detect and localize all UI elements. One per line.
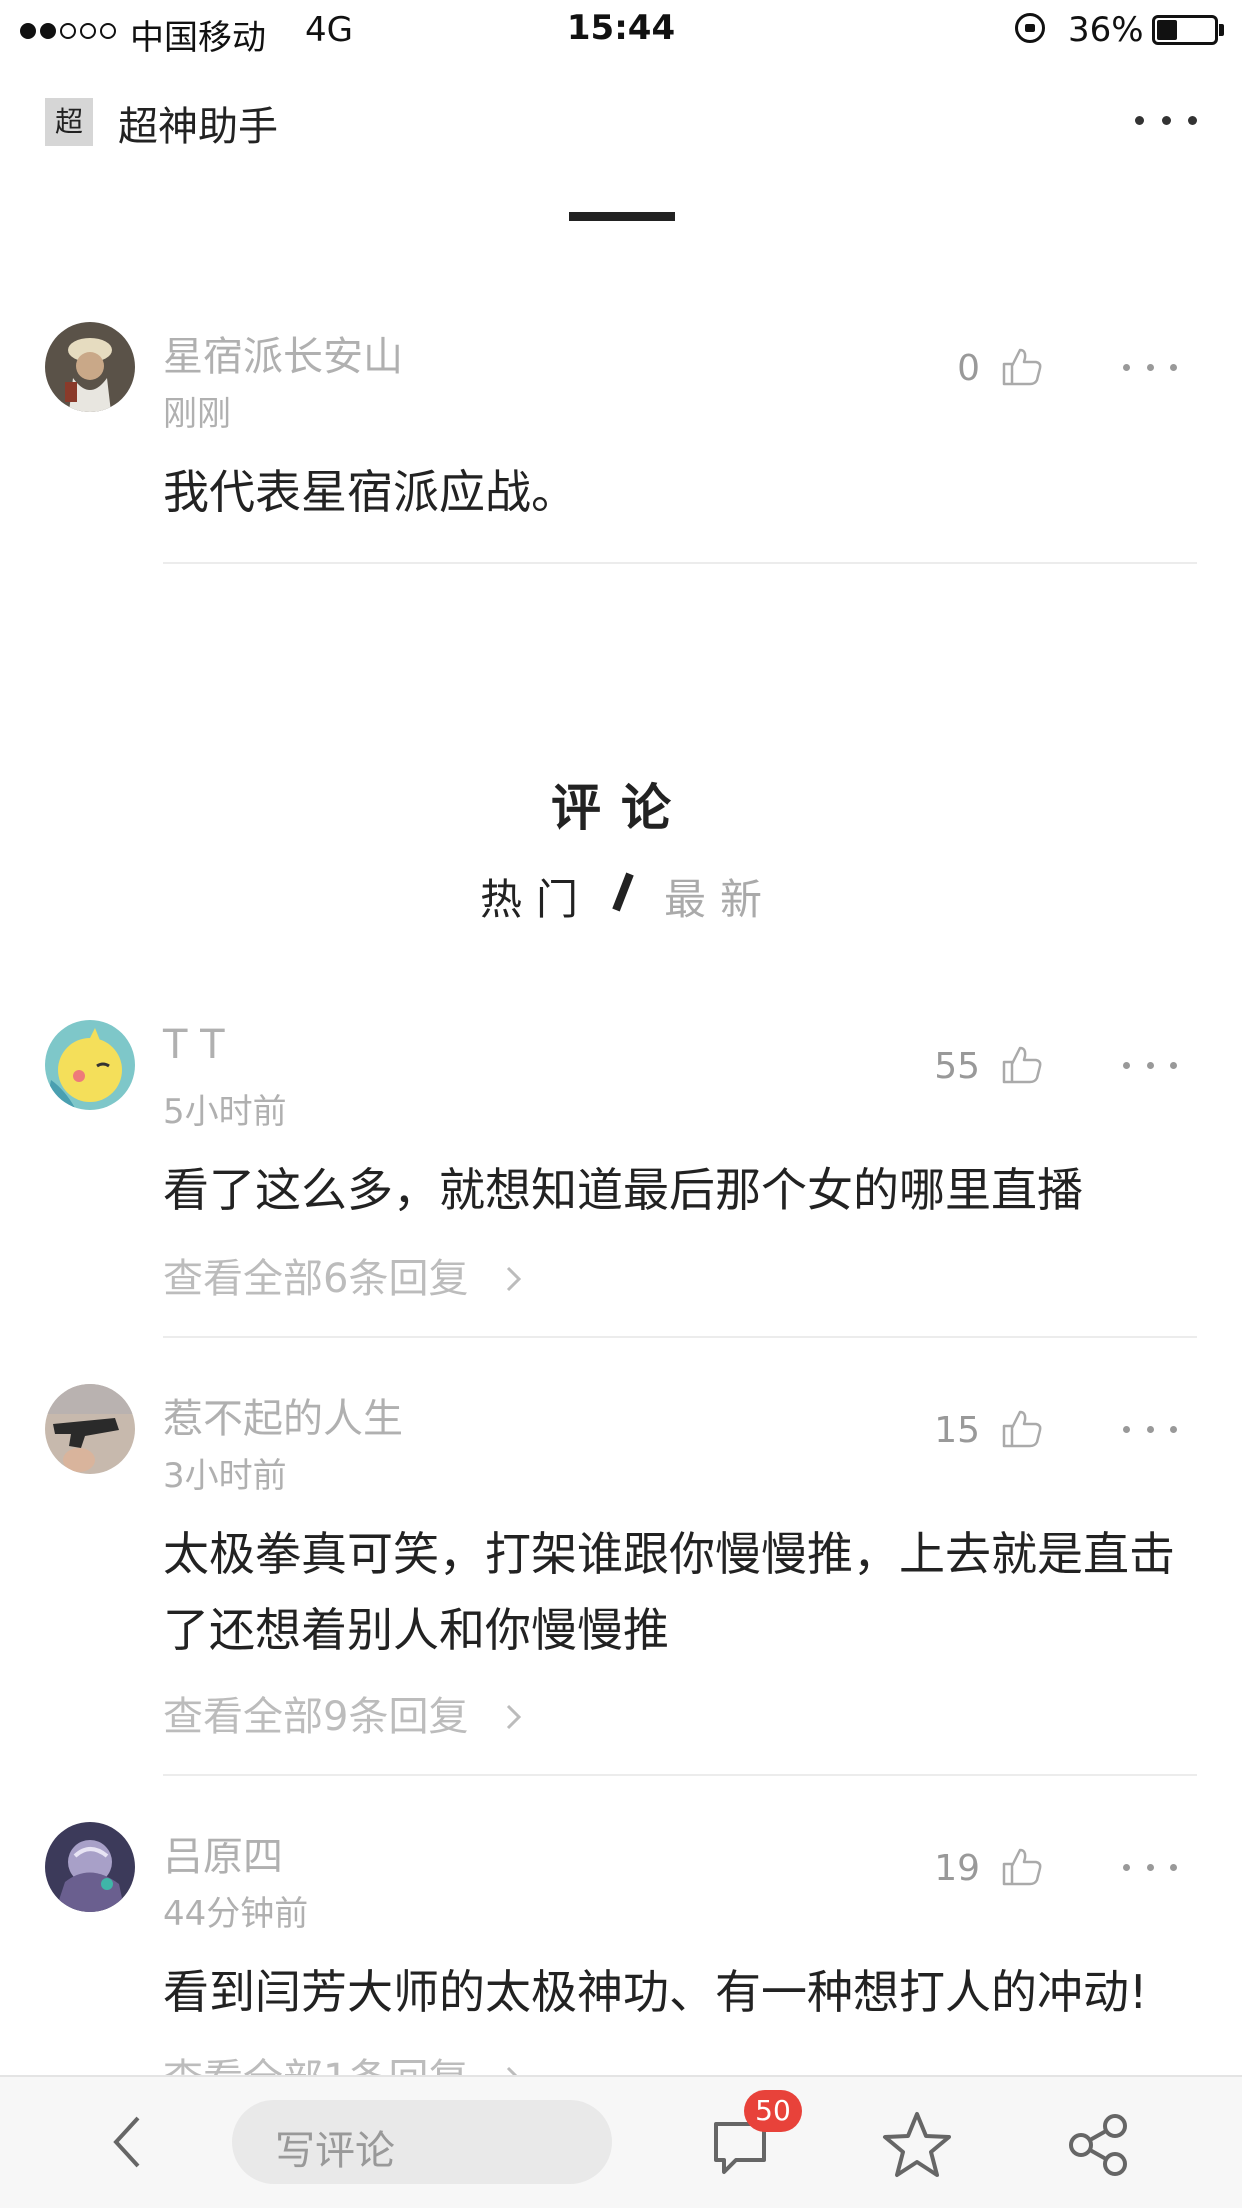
comment-time: 刚刚 xyxy=(163,394,231,434)
divider xyxy=(163,1336,1197,1338)
divider xyxy=(163,562,1197,564)
tab-separator xyxy=(612,872,634,912)
section-divider-bar xyxy=(569,212,675,221)
comment-text: 看了这么多，就想知道最后那个女的哪里直播 xyxy=(163,1163,1083,1217)
comment-username[interactable]: T T xyxy=(163,1022,225,1068)
comment-username[interactable]: 吕原四 xyxy=(163,1824,283,1882)
tab-latest[interactable]: 最新 xyxy=(664,866,776,927)
comment-more-icon[interactable] xyxy=(1123,1864,1177,1874)
app-icon: 超 xyxy=(45,98,93,146)
comment-text: 我代表星宿派应战。 xyxy=(163,465,577,519)
view-replies-label: 查看全部9条回复 xyxy=(163,1694,469,1740)
comment-text: 看到闫芳大师的太极神功、有一种想打人的冲动! xyxy=(163,1965,1148,2019)
like-count: 55 xyxy=(934,1046,980,1087)
view-replies-link[interactable]: 查看全部9条回复 xyxy=(163,1684,525,1742)
thumbs-up-icon[interactable] xyxy=(1000,1042,1044,1086)
battery-fill xyxy=(1157,20,1177,40)
avatar[interactable] xyxy=(45,1020,135,1110)
like-count: 0 xyxy=(957,348,980,389)
tab-hot[interactable]: 热门 xyxy=(480,866,592,927)
thumbs-up-icon[interactable] xyxy=(1000,1406,1044,1450)
write-comment-placeholder: 写评论 xyxy=(275,2128,395,2174)
battery-tip xyxy=(1219,24,1224,36)
status-time: 15:44 xyxy=(566,8,676,48)
like-count: 15 xyxy=(934,1410,980,1451)
view-replies-label: 查看全部6条回复 xyxy=(163,1256,469,1302)
view-replies-link[interactable]: 查看全部6条回复 xyxy=(163,1246,525,1304)
divider xyxy=(163,1774,1197,1776)
back-icon[interactable] xyxy=(108,2112,148,2172)
star-icon[interactable] xyxy=(880,2108,954,2182)
battery-icon xyxy=(1152,15,1218,45)
comments-title: 评论 xyxy=(551,779,691,837)
bottom-toolbar xyxy=(0,2075,1242,2208)
comment-more-icon[interactable] xyxy=(1123,1062,1177,1072)
more-menu-icon[interactable] xyxy=(1135,100,1197,140)
comment-text: 太极拳真可笑，打架谁跟你慢慢推，上去就是直击了还想着别人和你慢慢推 xyxy=(163,1527,1175,1657)
chevron-right-icon xyxy=(507,1704,522,1730)
comment-more-icon[interactable] xyxy=(1123,364,1177,374)
rotation-lock-icon xyxy=(1015,13,1045,43)
battery-percent: 36% xyxy=(1068,10,1144,50)
comment-time: 5小时前 xyxy=(163,1092,287,1132)
like-count: 19 xyxy=(934,1848,980,1889)
avatar[interactable] xyxy=(45,322,135,412)
comment-username[interactable]: 星宿派长安山 xyxy=(163,324,403,382)
comment-count-badge: 50 xyxy=(744,2090,802,2132)
comment-time: 44分钟前 xyxy=(163,1894,309,1934)
share-icon[interactable] xyxy=(1065,2112,1131,2178)
comment-more-icon[interactable] xyxy=(1123,1426,1177,1436)
comment-time: 3小时前 xyxy=(163,1456,287,1496)
thumbs-up-icon[interactable] xyxy=(1000,344,1044,388)
avatar[interactable] xyxy=(45,1822,135,1912)
avatar[interactable] xyxy=(45,1384,135,1474)
status-bar: 中国移动 4G 15:44 36% xyxy=(0,0,1242,60)
app-title: 超神助手 xyxy=(118,104,278,150)
comment-username[interactable]: 惹不起的人生 xyxy=(163,1386,403,1444)
chevron-right-icon xyxy=(507,1266,522,1292)
thumbs-up-icon[interactable] xyxy=(1000,1844,1044,1888)
